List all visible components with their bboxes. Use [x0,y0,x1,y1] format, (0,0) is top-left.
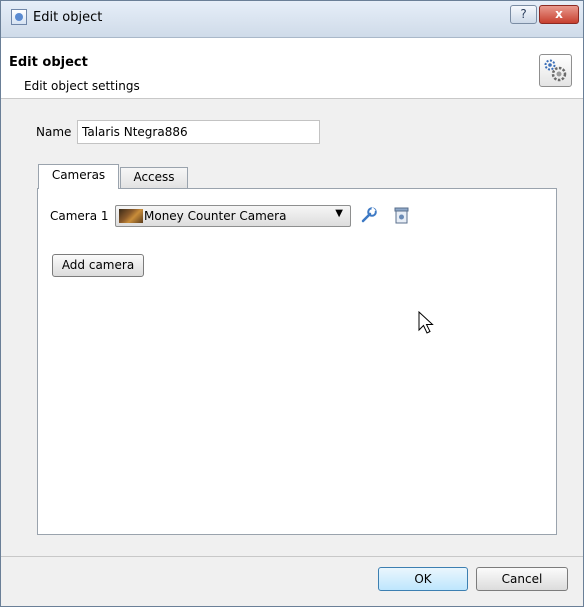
tab-cameras[interactable]: Cameras [38,164,119,189]
footer-divider [1,556,583,557]
camera-thumbnail-icon [119,209,143,223]
camera-1-label: Camera 1 [50,209,109,223]
remove-icon[interactable] [393,207,410,224]
window-title: Edit object [33,10,103,25]
dialog-header: Edit object Edit object settings [1,38,583,99]
close-button[interactable]: x [539,5,579,24]
dropdown-arrow-icon: ▼ [335,208,343,219]
name-label: Name [36,125,72,139]
cameras-tab-panel [37,188,557,535]
add-camera-button[interactable]: Add camera [52,254,144,277]
cancel-button[interactable]: Cancel [476,567,568,591]
name-input[interactable] [77,120,320,144]
help-button[interactable]: ? [510,5,537,24]
header-subtitle: Edit object settings [24,79,140,93]
camera-select[interactable]: Money Counter Camera ▼ [115,205,351,227]
gears-icon [539,54,572,87]
title-bar[interactable]: Edit object ? x [1,1,583,38]
wrench-icon[interactable] [360,206,378,224]
header-title: Edit object [9,55,88,70]
camera-select-value: Money Counter Camera [144,209,287,223]
ok-button[interactable]: OK [378,567,468,591]
edit-object-dialog: Edit object ? x Edit object Edit object … [0,0,584,607]
tab-access[interactable]: Access [120,167,188,188]
mouse-cursor-icon [418,310,436,335]
app-icon [11,9,27,25]
